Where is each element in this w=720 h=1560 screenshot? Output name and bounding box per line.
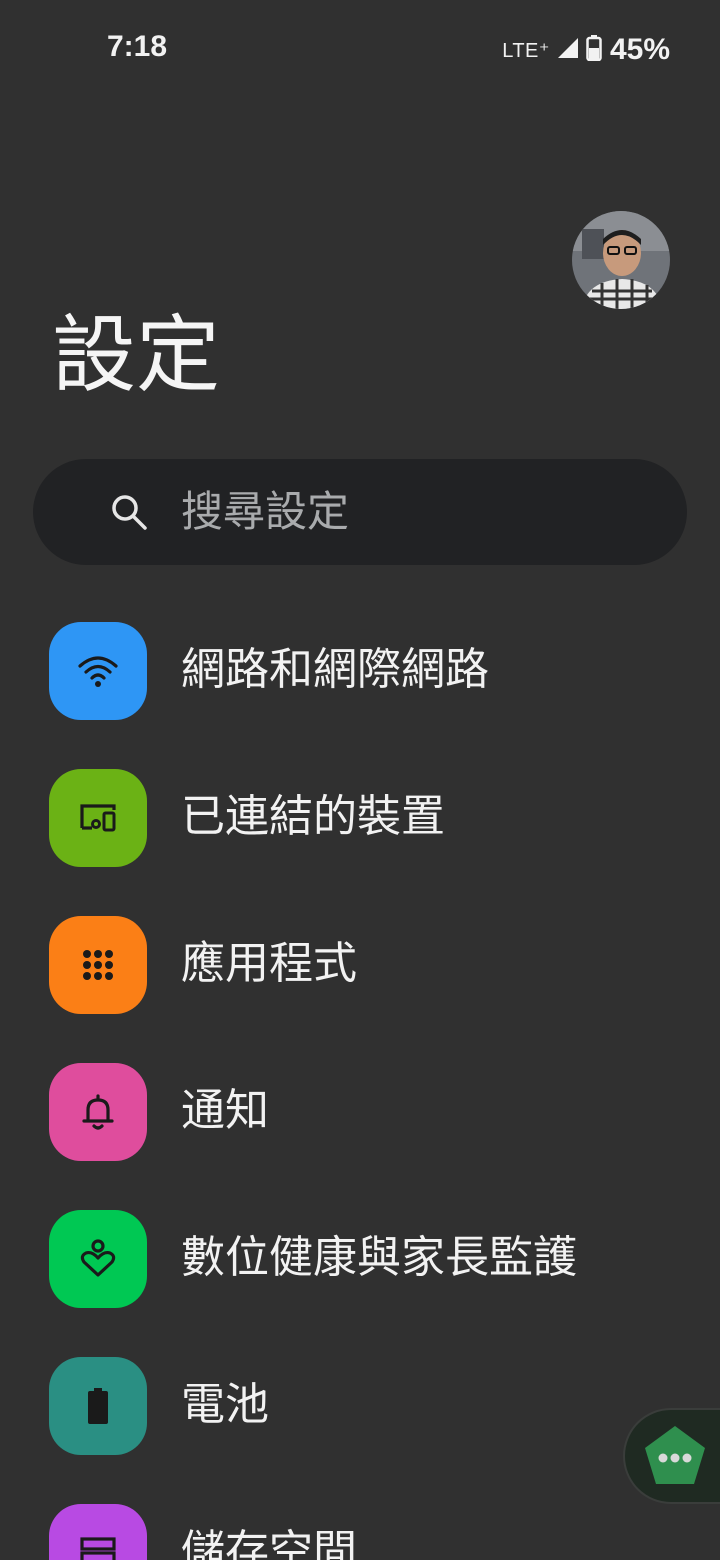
apps-grid-icon — [49, 916, 147, 1014]
settings-item-label: 數位健康與家長監護 — [181, 1232, 577, 1283]
search-icon — [109, 492, 149, 532]
status-indicators: LTE⁺ 45% — [502, 30, 670, 70]
settings-item-label: 儲存空間 — [181, 1526, 357, 1560]
page-title: 設定 — [52, 306, 221, 404]
settings-item-battery[interactable]: 電池 — [0, 1335, 720, 1482]
search-placeholder: 搜尋設定 — [181, 487, 350, 536]
bell-icon — [49, 1063, 147, 1161]
battery-percent: 45% — [609, 33, 670, 66]
digital-wellbeing-icon — [49, 1210, 147, 1308]
battery-status-icon — [586, 35, 602, 65]
status-time: 7:18 — [107, 30, 168, 63]
settings-item-label: 通知 — [181, 1085, 269, 1136]
storage-icon — [49, 1504, 147, 1560]
network-type: LTE⁺ — [502, 39, 550, 62]
account-avatar[interactable] — [572, 211, 670, 309]
wifi-icon — [49, 622, 147, 720]
battery-icon — [49, 1357, 147, 1455]
signal-icon — [556, 36, 580, 64]
settings-item-label: 已連結的裝置 — [181, 791, 445, 842]
settings-item-notifications[interactable]: 通知 — [0, 1041, 720, 1188]
search-bar[interactable]: 搜尋設定 — [33, 459, 687, 565]
settings-item-network[interactable]: 網路和網際網路 — [0, 600, 720, 747]
connected-devices-icon — [49, 769, 147, 867]
settings-item-connected-devices[interactable]: 已連結的裝置 — [0, 747, 720, 894]
settings-item-digital-wellbeing[interactable]: 數位健康與家長監護 — [0, 1188, 720, 1335]
more-options-icon — [639, 1420, 711, 1492]
settings-item-label: 電池 — [181, 1379, 269, 1430]
settings-item-label: 應用程式 — [181, 938, 357, 989]
settings-item-storage[interactable]: 儲存空間 — [0, 1482, 720, 1560]
status-bar: 7:18 LTE⁺ 45% — [0, 0, 720, 100]
floating-assistant-bubble[interactable] — [623, 1408, 720, 1504]
settings-item-label: 網路和網際網路 — [181, 644, 489, 695]
settings-item-apps[interactable]: 應用程式 — [0, 894, 720, 1041]
